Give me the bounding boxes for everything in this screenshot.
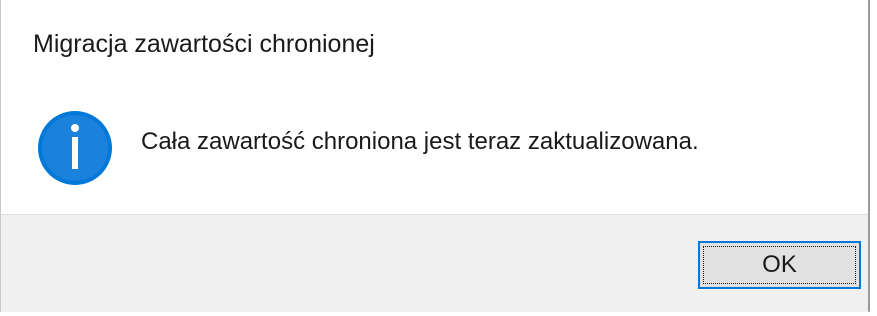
- message-dialog: Migracja zawartości chronionej Cała zawa…: [0, 0, 870, 312]
- ok-button-label: OK: [762, 251, 797, 278]
- dialog-message: Cała zawartość chroniona jest teraz zakt…: [141, 128, 699, 155]
- dialog-footer: OK: [1, 214, 868, 312]
- dialog-content: Cała zawartość chroniona jest teraz zakt…: [1, 90, 868, 214]
- dialog-title: Migracja zawartości chronionej: [33, 30, 375, 58]
- ok-button[interactable]: OK: [698, 241, 861, 289]
- info-icon: [37, 110, 113, 186]
